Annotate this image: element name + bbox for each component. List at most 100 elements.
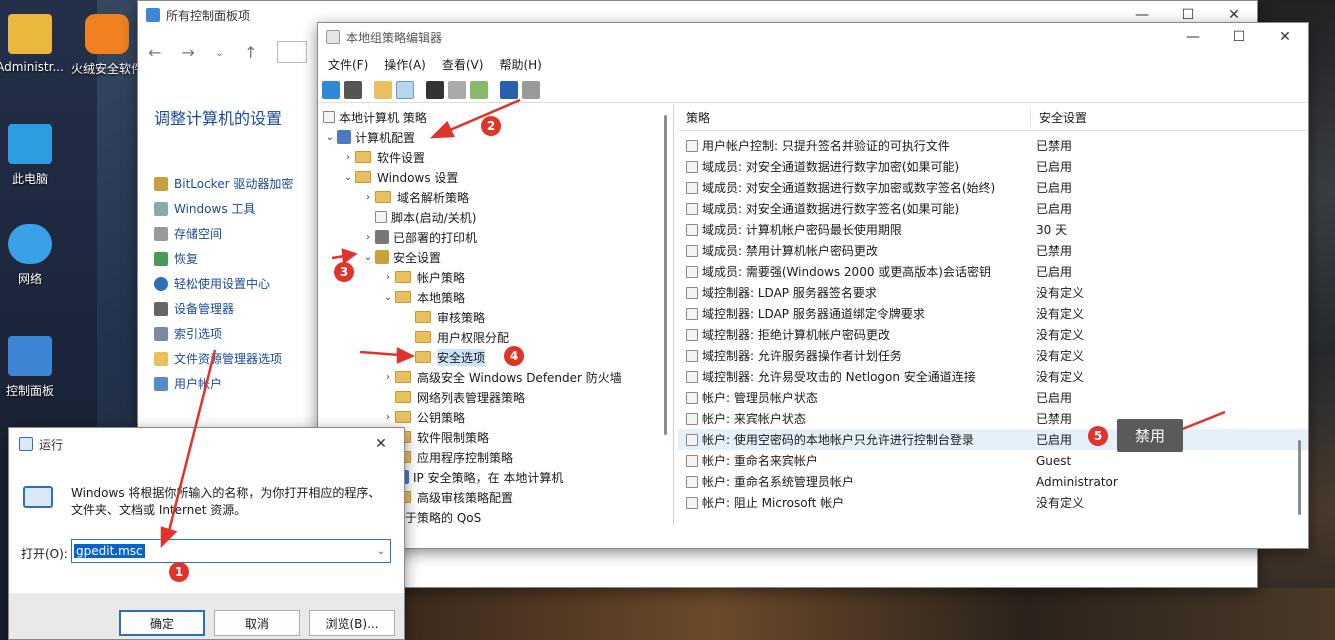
tree-root[interactable]: 本地计算机 策略	[323, 107, 427, 127]
table-row[interactable]: 域控制器: LDAP 服务器签名要求 没有定义	[678, 282, 1308, 303]
table-row[interactable]: 帐户: 管理员帐户状态 已启用	[678, 387, 1308, 408]
tree-deployed-printers[interactable]: › 已部署的打印机	[361, 227, 477, 247]
recent-chevron-icon[interactable]: ⌄	[215, 46, 224, 59]
close-button[interactable]: ✕	[358, 436, 404, 452]
expanded-chevron-icon[interactable]: ⌄	[323, 132, 337, 143]
tree-computer-config[interactable]: ⌄ 计算机配置	[323, 127, 415, 147]
action-pane-icon[interactable]	[522, 80, 540, 99]
tree-scrollbar[interactable]	[664, 115, 667, 435]
export-list-icon[interactable]	[470, 80, 488, 99]
dropdown-chevron-icon[interactable]: ⌄	[372, 546, 390, 557]
ok-button[interactable]: 确定	[119, 610, 205, 636]
link-storage-spaces[interactable]: 存储空间	[154, 221, 293, 246]
folder-icon	[395, 271, 411, 283]
table-row[interactable]: 帐户: 阻止 Microsoft 帐户 没有定义	[678, 492, 1308, 513]
maximize-button[interactable]: ☐	[1216, 29, 1262, 45]
table-row[interactable]: 域成员: 禁用计算机帐户密码更改 已禁用	[678, 240, 1308, 261]
tree-software-settings[interactable]: › 软件设置	[341, 147, 425, 167]
forward-arrow-icon[interactable]: →	[181, 43, 194, 62]
collapsed-chevron-icon[interactable]: ›	[341, 152, 355, 163]
tree-defender-firewall[interactable]: › 高级安全 Windows Defender 防火墙	[381, 367, 622, 387]
tree-audit-policy[interactable]: 审核策略	[401, 307, 485, 327]
table-row[interactable]: 域成员: 对安全通道数据进行数字加密或数字签名(始终) 已启用	[678, 177, 1308, 198]
link-indexing-options[interactable]: 索引选项	[154, 321, 293, 346]
collapsed-chevron-icon[interactable]: ›	[381, 372, 395, 383]
collapsed-chevron-icon[interactable]: ›	[381, 272, 395, 283]
table-row[interactable]: 域成员: 计算机帐户密码最长使用期限 30 天	[678, 219, 1308, 240]
desktop-icon-control-panel[interactable]: 控制面板	[0, 336, 75, 399]
table-row[interactable]: 帐户: 来宾帐户状态 已禁用	[678, 408, 1308, 429]
delete-icon[interactable]	[426, 80, 444, 99]
column-header-setting[interactable]: 安全设置	[1030, 109, 1180, 126]
up-folder-icon[interactable]	[374, 80, 392, 99]
policy-name-cell: 域成员: 对安全通道数据进行数字加密或数字签名(始终)	[678, 179, 1030, 196]
link-bitlocker[interactable]: BitLocker 驱动器加密	[154, 171, 293, 196]
forward-icon[interactable]	[344, 80, 362, 99]
column-header-policy[interactable]: 策略 ^	[678, 105, 1030, 126]
show-hide-tree-icon[interactable]	[396, 80, 414, 99]
table-row[interactable]: 域控制器: LDAP 服务器通道绑定令牌要求 没有定义	[678, 303, 1308, 324]
tree-scripts[interactable]: 脚本(启动/关机)	[361, 207, 476, 227]
menu-file[interactable]: 文件(F)	[328, 56, 368, 73]
table-row[interactable]: 帐户: 重命名来宾帐户 Guest	[678, 450, 1308, 471]
tree-user-rights[interactable]: 用户权限分配	[401, 327, 509, 347]
desktop-icon-this-pc[interactable]: 此电脑	[0, 124, 75, 187]
table-row[interactable]: 域成员: 对安全通道数据进行数字加密(如果可能) 已启用	[678, 156, 1308, 177]
step-badge-5: 5	[1088, 426, 1108, 446]
up-arrow-icon[interactable]: ↑	[244, 43, 257, 62]
collapsed-chevron-icon[interactable]: ›	[361, 192, 375, 203]
tree-security-options[interactable]: 安全选项	[401, 347, 486, 367]
address-bar[interactable]	[277, 41, 308, 63]
tree-public-key[interactable]: › 公钥策略	[381, 407, 465, 427]
device-manager-icon	[154, 301, 168, 316]
tree-dns-policy[interactable]: › 域名解析策略	[361, 187, 469, 207]
properties-icon[interactable]	[448, 80, 466, 99]
tree-windows-settings[interactable]: ⌄ Windows 设置	[341, 167, 459, 187]
menu-view[interactable]: 查看(V)	[442, 56, 484, 73]
run-input[interactable]: gpedit.msc ⌄	[71, 539, 391, 563]
policy-doc-icon	[323, 111, 335, 123]
table-row[interactable]: 域成员: 对安全通道数据进行数字签名(如果可能) 已启用	[678, 198, 1308, 219]
tree-security-settings[interactable]: ⌄ 安全设置	[361, 247, 441, 267]
tree-ip-security[interactable]: ›IP 安全策略，在 本地计算机	[381, 467, 563, 487]
minimize-button[interactable]: —	[1170, 29, 1216, 45]
policy-setting-icon	[686, 328, 698, 341]
policy-name-cell: 帐户: 来宾帐户状态	[678, 410, 1030, 427]
table-row[interactable]: 域控制器: 允许服务器操作者计划任务 没有定义	[678, 345, 1308, 366]
collapsed-chevron-icon[interactable]: ›	[361, 232, 375, 243]
list-scrollbar[interactable]	[1298, 440, 1301, 515]
table-row[interactable]: 域控制器: 拒绝计算机帐户密码更改 没有定义	[678, 324, 1308, 345]
link-user-accounts[interactable]: 用户帐户	[154, 371, 293, 396]
maximize-button[interactable]: ☐	[1165, 7, 1211, 23]
table-row[interactable]: 用户帐户控制: 只提升签名并验证的可执行文件 已禁用	[678, 135, 1308, 156]
collapsed-chevron-icon[interactable]: ›	[381, 412, 395, 423]
policy-setting-icon	[686, 160, 698, 173]
link-windows-tools[interactable]: Windows 工具	[154, 196, 293, 221]
menu-action[interactable]: 操作(A)	[384, 56, 426, 73]
policy-setting-value: 没有定义	[1036, 328, 1085, 342]
close-button[interactable]: ✕	[1211, 7, 1257, 23]
back-icon[interactable]	[322, 80, 340, 99]
tree-account-policies[interactable]: › 帐户策略	[381, 267, 465, 287]
desktop-icon-network[interactable]: 网络	[0, 224, 75, 287]
minimize-button[interactable]: —	[1119, 7, 1165, 23]
close-button[interactable]: ✕	[1262, 29, 1308, 45]
help-icon[interactable]	[500, 80, 518, 99]
tree-local-policies[interactable]: ⌄ 本地策略	[381, 287, 465, 307]
table-row[interactable]: 帐户: 使用空密码的本地帐户只允许进行控制台登录 已启用	[678, 429, 1308, 450]
menu-help[interactable]: 帮助(H)	[499, 56, 541, 73]
table-row[interactable]: 域成员: 需要强(Windows 2000 或更高版本)会话密钥 已启用	[678, 261, 1308, 282]
back-arrow-icon[interactable]: ←	[148, 43, 161, 62]
table-row[interactable]: 域控制器: 允许易受攻击的 Netlogon 安全通道连接 没有定义	[678, 366, 1308, 387]
link-ease-of-access[interactable]: 轻松使用设置中心	[154, 271, 293, 296]
expanded-chevron-icon[interactable]: ⌄	[381, 292, 395, 303]
link-device-manager[interactable]: 设备管理器	[154, 296, 293, 321]
browse-button[interactable]: 浏览(B)...	[309, 610, 395, 636]
expanded-chevron-icon[interactable]: ⌄	[341, 172, 355, 183]
expanded-chevron-icon[interactable]: ⌄	[361, 252, 375, 263]
cancel-button[interactable]: 取消	[214, 610, 300, 636]
link-file-explorer-options[interactable]: 文件资源管理器选项	[154, 346, 293, 371]
tree-network-list[interactable]: 网络列表管理器策略	[381, 387, 525, 407]
link-recovery[interactable]: 恢复	[154, 246, 293, 271]
table-row[interactable]: 帐户: 重命名系统管理员帐户 Administrator	[678, 471, 1308, 492]
